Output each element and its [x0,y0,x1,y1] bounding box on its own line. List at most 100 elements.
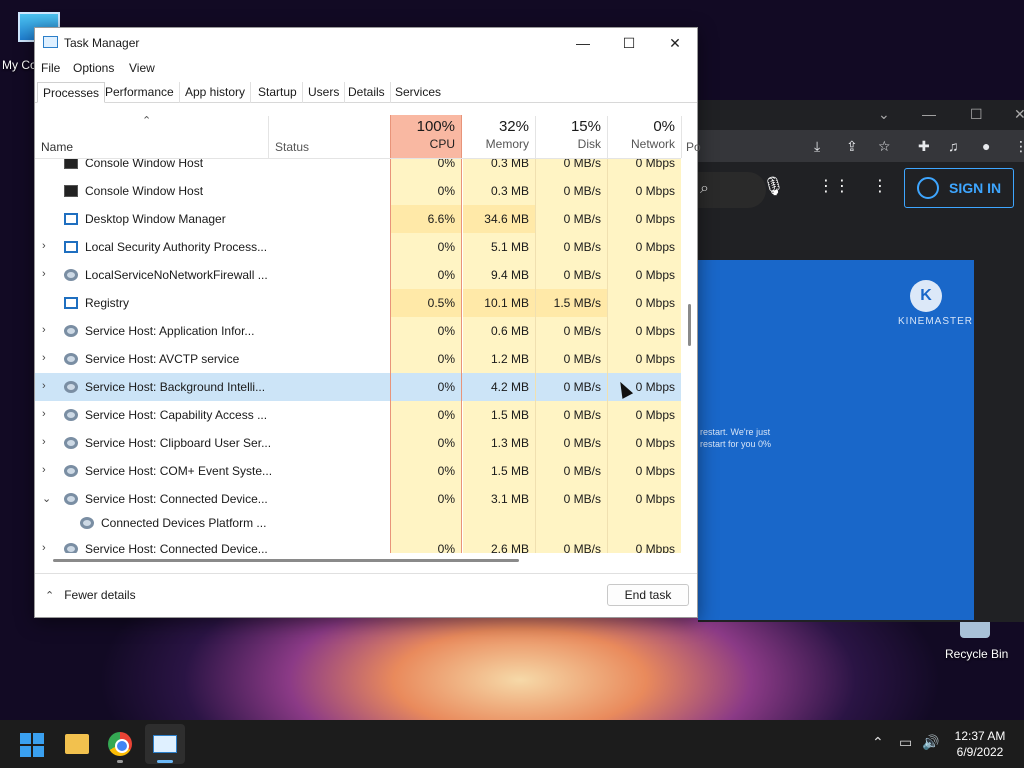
collapse-chevron-icon[interactable]: ⌄ [42,492,51,505]
expand-chevron-icon[interactable]: › [42,324,46,336]
process-name: Service Host: Background Intelli... [85,380,266,394]
close-icon[interactable]: ✕ [1014,106,1024,123]
menu-options[interactable]: Options [73,61,114,75]
apps-grid-icon[interactable]: ⋮⋮ [818,176,850,196]
network-icon[interactable]: ▭ [899,734,912,751]
recycle-bin-label[interactable]: Recycle Bin [945,647,1008,661]
expand-chevron-icon[interactable]: › [42,352,46,364]
table-row[interactable]: › Service Host: Application Infor... 0% … [35,317,681,345]
column-network[interactable]: 0% Network [607,115,681,158]
gear-icon [64,353,78,365]
column-disk[interactable]: 15% Disk [535,115,607,158]
tab-services[interactable]: Services [390,82,446,103]
vertical-scrollbar-thumb[interactable] [688,304,691,346]
minimize-icon[interactable]: — [922,106,936,122]
expand-chevron-icon[interactable]: › [42,240,46,252]
column-status[interactable]: Status [275,140,309,154]
menu-file[interactable]: File [41,61,60,75]
minimize-button[interactable]: — [561,30,605,56]
tab-users[interactable]: Users [303,82,346,103]
expand-chevron-icon[interactable]: › [42,408,46,420]
cpu-cell: 0% [390,159,462,177]
column-name[interactable]: Name [41,140,73,154]
microphone-icon[interactable]: 🎙 [762,176,785,197]
volume-icon[interactable]: 🔊 [922,734,939,751]
disk-cell: 0 MB/s [535,177,607,205]
install-icon[interactable]: ⤓ [814,138,820,155]
tray-overflow-chevron-icon[interactable]: ⌃ [872,734,884,751]
my-pc-label[interactable]: My Co [2,58,37,72]
table-row[interactable]: Desktop Window Manager 6.6% 34.6 MB 0 MB… [35,205,681,233]
table-row-selected[interactable]: › Service Host: Background Intelli... 0%… [35,373,681,401]
footer-bar: ⌃ Fewer details End task [35,573,697,617]
service-gear-icon [80,517,94,529]
expand-chevron-icon[interactable]: › [42,436,46,448]
column-cpu[interactable]: 100% CPU [390,115,462,158]
task-manager-taskbar-button[interactable] [145,724,185,764]
cpu-cell: 0% [390,345,462,373]
table-row[interactable]: › Service Host: Capability Access ... 0%… [35,401,681,429]
expand-chevron-icon[interactable]: › [42,464,46,476]
profile-icon[interactable]: ● [982,138,990,154]
tab-details[interactable]: Details [343,82,391,103]
process-name: Service Host: Connected Device... [85,492,268,506]
search-button[interactable]: ⌕ [698,172,766,208]
chrome-icon[interactable] [108,732,132,756]
table-row[interactable]: › Service Host: AVCTP service 0% 1.2 MB … [35,345,681,373]
restart-line-2: restart for you 0% [700,439,772,449]
table-row[interactable]: › LocalServiceNoNetworkFirewall ... 0% 9… [35,261,681,289]
table-row[interactable]: › Service Host: COM+ Event Syste... 0% 1… [35,457,681,485]
table-row-child[interactable]: Connected Devices Platform ... [35,513,681,535]
column-divider[interactable] [268,116,269,158]
table-row[interactable]: › Service Host: Clipboard User Ser... 0%… [35,429,681,457]
table-row[interactable]: › Service Host: Connected Device... 0% 2… [35,535,681,553]
sort-arrow-icon[interactable]: ⌃ [142,114,151,127]
fewer-details-label: Fewer details [64,588,136,602]
maximize-button[interactable]: ☐ [607,30,651,56]
expand-chevron-icon[interactable]: › [42,542,46,553]
media-icon[interactable]: ♫ [948,138,959,154]
extensions-icon[interactable]: ✚ [918,138,930,155]
column-divider[interactable] [681,116,682,158]
titlebar[interactable]: Task Manager — ☐ ✕ [35,28,697,58]
system-clock[interactable]: 12:37 AM 6/9/2022 [946,728,1014,760]
column-memory[interactable]: 32% Memory [463,115,535,158]
gear-icon [64,325,78,337]
maximize-icon[interactable]: ☐ [970,106,983,123]
table-row[interactable]: Registry 0.5% 10.1 MB 1.5 MB/s 0 Mbps [35,289,681,317]
end-task-button[interactable]: End task [607,584,689,606]
disk-cell: 0 MB/s [535,535,607,553]
expand-chevron-icon[interactable]: › [42,380,46,392]
table-row[interactable]: Console Window Host 0% 0.3 MB 0 MB/s 0 M… [35,159,681,177]
sign-in-button[interactable]: SIGN IN [904,168,1014,208]
tab-performance[interactable]: Performance [100,82,180,103]
gear-icon [64,381,78,393]
share-icon[interactable]: ⇪ [846,138,858,155]
bookmark-star-icon[interactable]: ☆ [878,138,891,155]
table-row[interactable]: ⌄ Service Host: Connected Device... 0% 3… [35,485,681,513]
video-player[interactable]: K KINEMASTER restart. We're just restart… [698,260,974,620]
column-power[interactable]: Po [686,140,701,154]
network-cell: 0 Mbps [607,177,681,205]
menu-view[interactable]: View [129,61,155,75]
gear-icon [64,437,78,449]
table-row[interactable]: Console Window Host 0% 0.3 MB 0 MB/s 0 M… [35,177,681,205]
more-icon[interactable]: ⋮ [872,176,888,196]
close-button[interactable]: ✕ [653,30,697,56]
horizontal-scrollbar-thumb[interactable] [53,559,519,562]
tab-processes[interactable]: Processes [37,82,106,103]
chevron-down-icon[interactable]: ⌄ [878,106,890,123]
fewer-details-button[interactable]: ⌃ Fewer details [45,588,136,602]
table-row[interactable]: › Local Security Authority Process... 0%… [35,233,681,261]
tab-startup[interactable]: Startup [253,82,303,103]
network-cell: 0 Mbps [607,345,681,373]
disk-cell [535,513,607,535]
start-windows-icon[interactable] [20,733,44,757]
window-icon [64,297,78,309]
tab-app-history[interactable]: App history [180,82,252,103]
process-name: Local Security Authority Process... [85,240,268,254]
expand-chevron-icon[interactable]: › [42,268,46,280]
file-explorer-icon[interactable] [65,734,89,754]
recycle-bin-icon[interactable] [960,620,990,638]
menu-kebab-icon[interactable]: ⋮ [1014,138,1024,155]
